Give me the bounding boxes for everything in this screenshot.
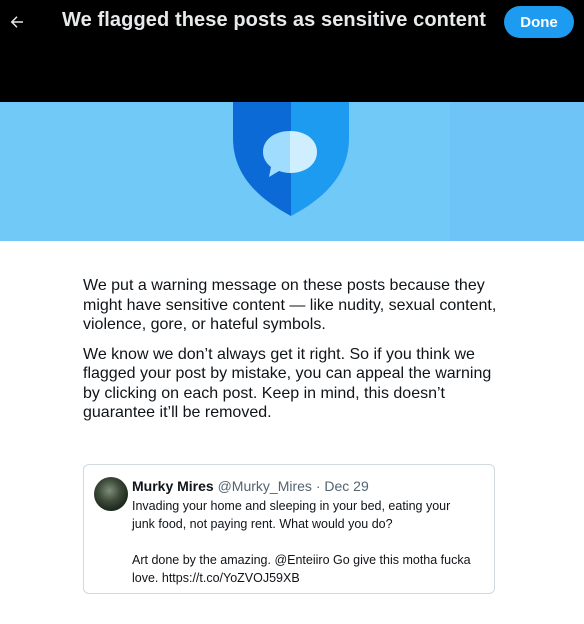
post-text-line: junk food, not paying rent. What would y… <box>132 517 393 531</box>
explanation-text: We put a warning message on these posts … <box>83 276 503 433</box>
post-text-line: love. https://t.co/YoZVOJ59XB <box>132 571 300 585</box>
explanation-paragraph-1: We put a warning message on these posts … <box>83 277 497 333</box>
avatar[interactable] <box>94 477 128 511</box>
explanation-paragraph-2: We know we don’t always get it right. So… <box>83 345 492 422</box>
top-bar: We flagged these posts as sensitive cont… <box>0 0 584 102</box>
done-button[interactable]: Done <box>504 6 574 38</box>
author-name[interactable]: Murky Mires <box>132 478 214 494</box>
post-header: Murky Mires @Murky_Mires · Dec 29 <box>132 478 369 494</box>
author-handle: @Murky_Mires <box>217 478 312 494</box>
post-text-line: Invading your home and sleeping in your … <box>132 499 451 513</box>
page-title: We flagged these posts as sensitive cont… <box>62 9 487 31</box>
banner-shade <box>450 102 584 241</box>
post-text-gap <box>132 533 482 551</box>
post-text-line: Art done by the amazing. @Enteiiro Go gi… <box>132 553 471 567</box>
arrow-left-icon <box>10 16 23 28</box>
flagged-post-card[interactable]: Murky Mires @Murky_Mires · Dec 29 Invadi… <box>83 464 495 594</box>
back-button[interactable] <box>0 0 34 44</box>
separator-dot: · <box>315 478 321 494</box>
post-text: Invading your home and sleeping in your … <box>132 497 482 587</box>
post-date[interactable]: Dec 29 <box>324 478 368 494</box>
shield-chat-bubble-icon <box>233 102 349 216</box>
